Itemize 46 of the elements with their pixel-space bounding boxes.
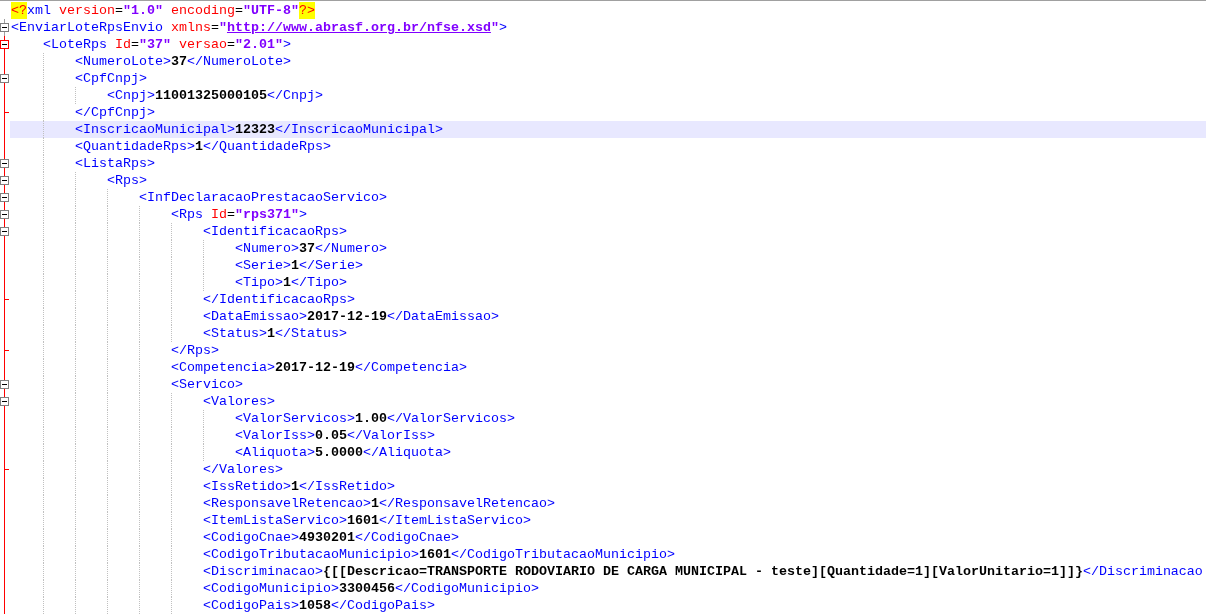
code-line: <Rps Id="rps371"> — [10, 206, 1206, 223]
collapse-toggle[interactable] — [0, 23, 9, 32]
code-line: <Serie>1</Serie> — [10, 257, 1206, 274]
code-line: <CodigoTributacaoMunicipio>1601</CodigoTributacaoMunicipio> — [10, 546, 1206, 563]
code-line: <IssRetido>1</IssRetido> — [10, 478, 1206, 495]
code-line: <ValorIss>0.05</ValorIss> — [10, 427, 1206, 444]
code-line: <IdentificacaoRps> — [10, 223, 1206, 240]
code-line: <QuantidadeRps>1</QuantidadeRps> — [10, 138, 1206, 155]
code-line: <InfDeclaracaoPrestacaoServico> — [10, 189, 1206, 206]
code-line: <Numero>37</Numero> — [10, 240, 1206, 257]
code-line: <Status>1</Status> — [10, 325, 1206, 342]
code-line: <ListaRps> — [10, 155, 1206, 172]
code-line: <Servico> — [10, 376, 1206, 393]
code-line: </Valores> — [10, 461, 1206, 478]
code-line: <Valores> — [10, 393, 1206, 410]
code-line: <Cnpj>11001325000105</Cnpj> — [10, 87, 1206, 104]
code-line: <Competencia>2017-12-19</Competencia> — [10, 359, 1206, 376]
collapse-toggle[interactable] — [0, 40, 9, 49]
collapse-toggle[interactable] — [0, 74, 9, 83]
collapse-toggle[interactable] — [0, 210, 9, 219]
code-line: <CodigoPais>1058</CodigoPais> — [10, 597, 1206, 614]
code-line: <Aliquota>5.0000</Aliquota> — [10, 444, 1206, 461]
collapse-toggle[interactable] — [0, 380, 9, 389]
code-line: <LoteRps Id="37" versao="2.01"> — [42, 36, 292, 53]
code-line: <NumeroLote>37</NumeroLote> — [10, 53, 1206, 70]
code-line: <CodigoMunicipio>3300456</CodigoMunicipio> — [10, 580, 1206, 597]
link[interactable]: http://www.abrasf.org.br/nfse.xsd — [226, 19, 491, 36]
code-line: <CodigoCnae>4930201</CodigoCnae> — [10, 529, 1206, 546]
code-line: <Tipo>1</Tipo> — [10, 274, 1206, 291]
code-line: </IdentificacaoRps> — [10, 291, 1206, 308]
code-line: <?xml version="1.0" encoding="UTF-8"?> — [10, 2, 316, 19]
code-line: <Rps> — [10, 172, 1206, 189]
code-line: <ResponsavelRetencao>1</ResponsavelRetencao> — [10, 495, 1206, 512]
code-line: <Discriminacao>{[[Descricao=TRANSPORTE RODOVIARIO DE CARGA MUNICIPAL - teste][Quantidade=1][ValorUnitario=1]]}</Discriminacao — [10, 563, 1206, 580]
code-line: <ValorServicos>1.00</ValorServicos> — [10, 410, 1206, 427]
code-line: <DataEmissao>2017-12-19</DataEmissao> — [10, 308, 1206, 325]
collapse-toggle[interactable] — [0, 227, 9, 236]
code-line: <ItemListaServico>1601</ItemListaServico> — [10, 512, 1206, 529]
collapse-toggle[interactable] — [0, 397, 9, 406]
code-line: </Rps> — [10, 342, 1206, 359]
code-text: <EnviarLoteRpsEnvio xmlns=" — [11, 19, 227, 36]
collapse-toggle[interactable] — [0, 159, 9, 168]
collapse-toggle[interactable] — [0, 176, 9, 185]
collapse-toggle[interactable] — [0, 193, 9, 202]
code-line: <CpfCnpj> — [10, 70, 1206, 87]
code-text: "> — [490, 19, 507, 36]
